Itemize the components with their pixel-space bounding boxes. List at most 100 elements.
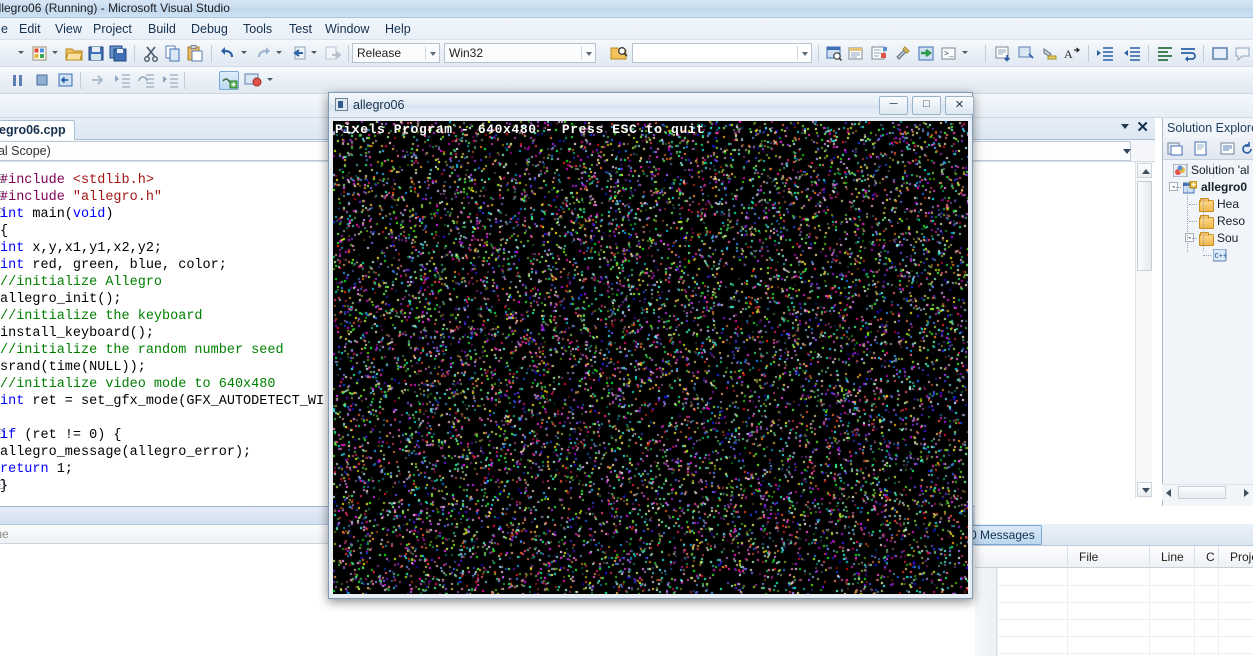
error-column-projec[interactable]: Projec xyxy=(1230,550,1253,564)
grid-line xyxy=(1218,568,1219,656)
column-separator[interactable] xyxy=(1218,546,1219,568)
show-next-statement-icon[interactable] xyxy=(88,71,108,90)
hex-display-toggle-icon[interactable] xyxy=(219,71,239,90)
object-browser-icon[interactable] xyxy=(870,44,890,63)
save-all-icon[interactable] xyxy=(108,44,128,63)
close-icon[interactable]: ✕ xyxy=(1136,120,1149,136)
step-into-icon[interactable] xyxy=(112,71,132,90)
toolbar-overflow-caret-1[interactable] xyxy=(18,51,24,54)
word-wrap-icon[interactable] xyxy=(1178,44,1198,63)
refresh-icon[interactable] xyxy=(1239,141,1253,157)
chevron-down-icon[interactable] xyxy=(1123,149,1131,154)
toolbox-icon[interactable] xyxy=(893,44,913,63)
tree-connector xyxy=(1189,221,1197,222)
new-item-icon[interactable] xyxy=(30,44,50,63)
bookmark-icon[interactable] xyxy=(1039,44,1059,63)
tab-allegro06-cpp[interactable]: egro06.cpp xyxy=(0,120,75,141)
column-separator[interactable] xyxy=(1067,546,1068,568)
find-in-files-icon[interactable] xyxy=(609,44,629,63)
scroll-down-button[interactable] xyxy=(1137,482,1152,497)
redo-caret[interactable] xyxy=(276,51,282,54)
menu-item-tools[interactable]: Tools xyxy=(240,21,275,37)
tree-item[interactable]: Reso xyxy=(1163,213,1253,230)
error-column-file[interactable]: File xyxy=(1079,550,1098,564)
tree-item[interactable]: -Sou xyxy=(1163,230,1253,247)
configuration-combo[interactable]: Release xyxy=(352,43,440,63)
redo-icon[interactable] xyxy=(253,44,273,63)
step-out-icon[interactable] xyxy=(160,71,180,90)
copy-icon[interactable] xyxy=(163,44,183,63)
properties-window-icon[interactable] xyxy=(847,44,867,63)
solution-tree[interactable]: Solution 'al-allegro0HeaReso-SouC++ xyxy=(1163,162,1253,492)
tree-item[interactable]: -allegro0 xyxy=(1163,179,1253,196)
code-line-text: } xyxy=(0,478,8,495)
undo-caret[interactable] xyxy=(241,51,247,54)
editor-vertical-scrollbar[interactable] xyxy=(1135,162,1152,498)
maximize-button[interactable]: □ xyxy=(912,96,941,115)
menu-item-window[interactable]: Window xyxy=(322,21,372,37)
paste-icon[interactable] xyxy=(185,44,205,63)
scroll-right-button[interactable] xyxy=(1244,489,1249,497)
threads-caret[interactable] xyxy=(267,78,273,81)
cut-icon[interactable] xyxy=(141,44,161,63)
navigate-forward-icon[interactable] xyxy=(323,44,343,63)
undo-icon[interactable] xyxy=(218,44,238,63)
align-icon[interactable] xyxy=(1155,44,1175,63)
navigate-backward-icon[interactable] xyxy=(288,44,308,63)
minimize-button[interactable]: ─ xyxy=(879,96,908,115)
messages-filter-button[interactable]: 0 Messages xyxy=(963,525,1042,545)
column-separator[interactable] xyxy=(1194,546,1195,568)
scrollbar-thumb[interactable] xyxy=(1137,181,1152,271)
navigate-backward-caret[interactable] xyxy=(311,51,317,54)
new-item-caret[interactable] xyxy=(52,51,58,54)
tree-item[interactable]: C++ xyxy=(1163,247,1253,264)
scope-value: bal Scope) xyxy=(0,144,51,158)
menu-item-edit[interactable]: Edit xyxy=(16,21,44,37)
scroll-left-button[interactable] xyxy=(1166,489,1171,497)
break-all-icon[interactable] xyxy=(8,71,28,90)
command-window-caret[interactable] xyxy=(962,51,968,54)
threads-window-icon[interactable] xyxy=(243,71,263,90)
start-without-debug-icon[interactable] xyxy=(916,44,936,63)
hscrollbar-thumb[interactable] xyxy=(1178,486,1226,499)
scroll-up-button[interactable] xyxy=(1137,163,1152,178)
outdent-icon[interactable] xyxy=(1122,44,1142,63)
menu-item-help[interactable]: Help xyxy=(382,21,414,37)
view-code-icon[interactable] xyxy=(1219,141,1236,157)
close-button[interactable]: ✕ xyxy=(945,96,974,115)
properties-icon[interactable] xyxy=(1167,141,1184,157)
comment-selection-icon[interactable] xyxy=(993,44,1013,63)
menu-item-build[interactable]: Build xyxy=(145,21,179,37)
comment-bubble-icon[interactable] xyxy=(1233,44,1253,63)
uncomment-selection-icon[interactable] xyxy=(1016,44,1036,63)
step-over-icon[interactable] xyxy=(136,71,156,90)
indent-icon[interactable] xyxy=(1095,44,1115,63)
column-separator[interactable] xyxy=(1149,546,1150,568)
show-all-files-icon[interactable] xyxy=(1193,141,1210,157)
allegro-title-bar[interactable]: allegro06 ─ □ ✕ xyxy=(329,93,972,118)
svg-text:A: A xyxy=(1064,47,1073,61)
menu-item-e[interactable]: e xyxy=(0,21,11,37)
tree-item[interactable]: Solution 'al xyxy=(1163,162,1253,179)
solution-explorer-hscrollbar[interactable] xyxy=(1162,484,1253,500)
tree-item[interactable]: Hea xyxy=(1163,196,1253,213)
text-style-icon[interactable]: A xyxy=(1062,44,1082,63)
menu-item-debug[interactable]: Debug xyxy=(188,21,231,37)
error-list-grid[interactable] xyxy=(975,568,1253,656)
error-column-c[interactable]: C xyxy=(1206,550,1215,564)
allegro-app-window[interactable]: allegro06 ─ □ ✕ Pixels Program - 640x480… xyxy=(328,92,973,599)
menu-item-test[interactable]: Test xyxy=(286,21,315,37)
chevron-down-icon[interactable] xyxy=(1121,124,1129,129)
restart-icon[interactable] xyxy=(56,71,76,90)
find-combo[interactable] xyxy=(632,43,812,63)
save-icon[interactable] xyxy=(86,44,106,63)
menu-item-view[interactable]: View xyxy=(52,21,85,37)
menu-item-project[interactable]: Project xyxy=(90,21,135,37)
stop-debugging-icon[interactable] xyxy=(32,71,52,90)
error-column-line[interactable]: Line xyxy=(1161,550,1184,564)
solution-explorer-icon[interactable] xyxy=(824,44,844,63)
command-window-icon[interactable]: >_ xyxy=(939,44,959,63)
platform-combo[interactable]: Win32 xyxy=(444,43,596,63)
open-file-icon[interactable] xyxy=(64,44,84,63)
new-window-icon[interactable] xyxy=(1210,44,1230,63)
